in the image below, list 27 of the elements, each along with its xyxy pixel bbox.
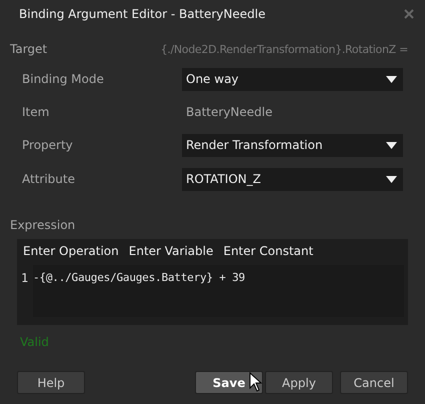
validation-status: Valid <box>20 335 50 349</box>
field-value: BatteryNeedle <box>185 105 272 119</box>
code-input[interactable]: -{@../Gauges/Gauges.Battery} + 39 <box>33 265 404 317</box>
expression-label: Expression <box>10 218 76 232</box>
caret-icon <box>386 176 397 182</box>
line-number: 1 <box>21 270 30 287</box>
dialog-button[interactable]: Cancel <box>340 371 408 394</box>
field-label: Item <box>22 105 50 119</box>
dropdown[interactable]: One way <box>182 68 403 90</box>
field-label: Property <box>22 138 74 152</box>
dropdown[interactable]: Render Transformation <box>182 134 403 156</box>
target-value: {./Node2D.RenderTransformation}.RotationZ = <box>160 42 408 56</box>
field-label: Binding Mode <box>22 72 105 86</box>
caret-icon <box>386 142 397 148</box>
target-label: Target <box>10 42 48 56</box>
close-icon[interactable] <box>403 8 415 20</box>
toolbar-button[interactable]: Enter Variable <box>128 244 214 258</box>
dialog-button[interactable]: Apply <box>265 371 333 394</box>
caret-icon <box>386 76 397 82</box>
dropdown[interactable]: ROTATION_Z <box>182 168 403 190</box>
toolbar-button[interactable]: Enter Constant <box>223 244 314 258</box>
toolbar-button[interactable]: Enter Operation <box>23 244 119 258</box>
field-label: Attribute <box>22 172 76 186</box>
mouse-pointer-icon <box>249 372 263 392</box>
dialog-button[interactable]: Save <box>195 371 263 394</box>
dialog-button[interactable]: Help <box>17 371 85 394</box>
window-title: Binding Argument Editor - BatteryNeedle <box>19 7 266 21</box>
